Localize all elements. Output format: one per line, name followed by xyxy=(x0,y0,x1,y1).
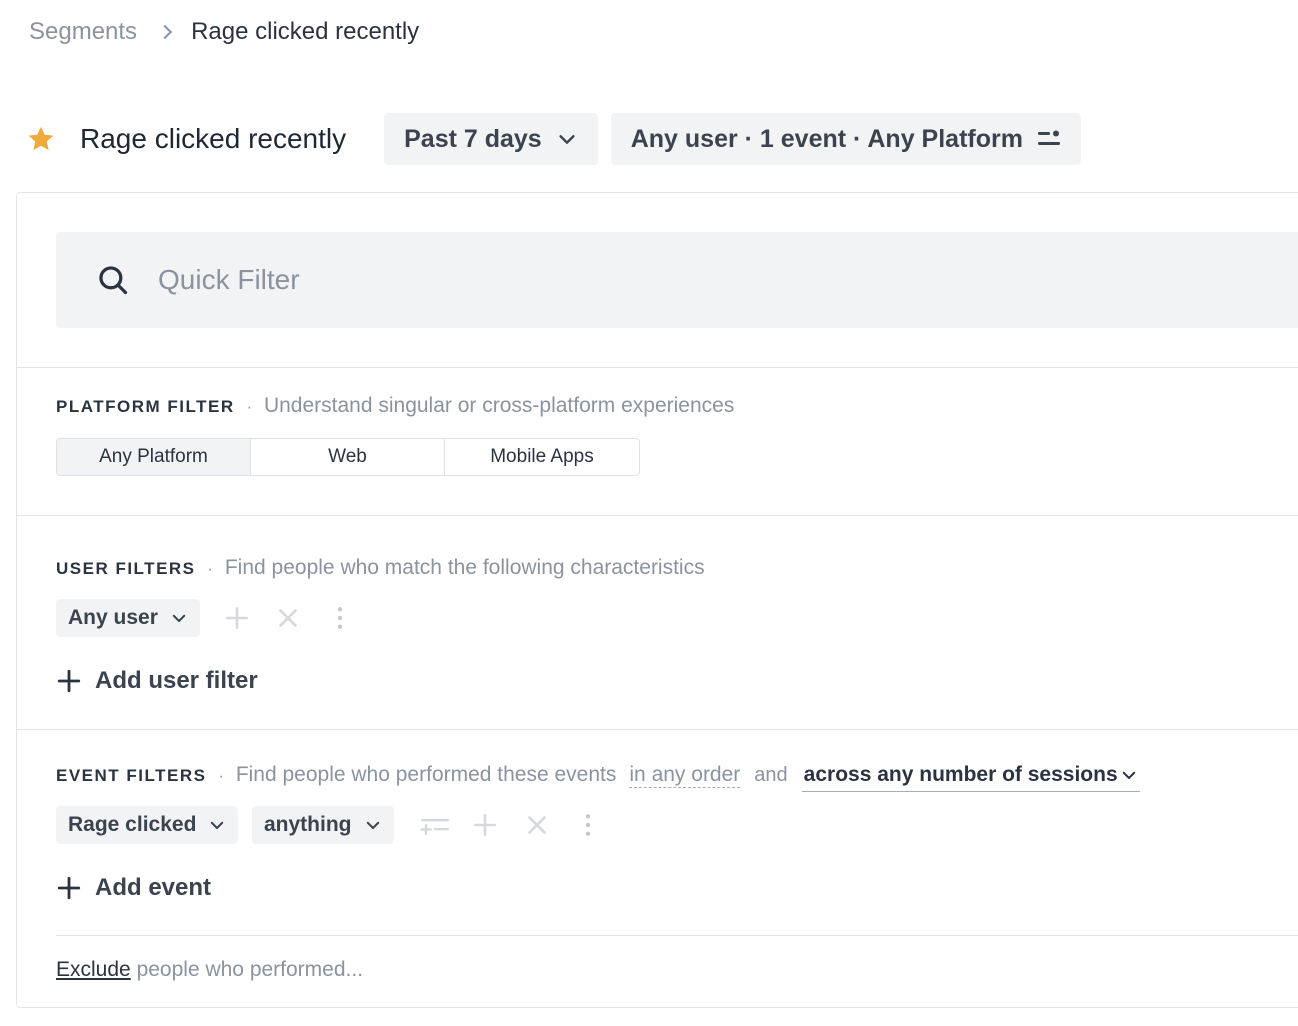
star-icon[interactable] xyxy=(26,124,56,154)
sessions-dropdown[interactable]: across any number of sessions xyxy=(801,763,1140,792)
exclude-link[interactable]: Exclude xyxy=(56,958,131,981)
refine-event-icon[interactable] xyxy=(420,813,450,839)
event-type-label: Rage clicked xyxy=(68,813,197,836)
plus-icon xyxy=(57,876,81,900)
add-event-label: Add event xyxy=(95,874,212,901)
platform-filter-header: PLATFORM FILTER · Understand singular or… xyxy=(56,394,734,418)
add-user-filter-button[interactable]: Add user filter xyxy=(56,667,258,695)
divider xyxy=(17,515,1298,516)
date-range-label: Past 7 days xyxy=(404,124,542,153)
separator-dot: · xyxy=(246,399,252,416)
chevron-down-icon xyxy=(366,821,379,829)
platform-filter-description: Understand singular or cross-platform ex… xyxy=(263,394,735,417)
add-user-filter-label: Add user filter xyxy=(95,667,258,694)
exclude-row: Exclude people who performed... xyxy=(56,958,363,982)
chevron-right-icon xyxy=(159,26,171,38)
breadcrumb-current: Rage clicked recently xyxy=(191,18,420,45)
more-options-icon[interactable] xyxy=(327,605,353,631)
separator-dot: · xyxy=(207,561,213,578)
remove-icon[interactable] xyxy=(524,812,550,838)
remove-icon[interactable] xyxy=(275,605,301,631)
event-filters-title: EVENT FILTERS xyxy=(56,766,207,785)
divider xyxy=(17,729,1298,730)
user-filters-description: Find people who match the following char… xyxy=(224,556,705,579)
event-filters-header: EVENT FILTERS · Find people who performe… xyxy=(56,763,1140,792)
divider xyxy=(17,367,1298,368)
platform-option-web[interactable]: Web xyxy=(251,439,445,475)
user-type-dropdown[interactable]: Any user xyxy=(56,599,200,637)
platform-option-mobile-apps[interactable]: Mobile Apps xyxy=(445,439,639,475)
add-condition-icon[interactable] xyxy=(472,812,498,838)
quick-filter-input[interactable] xyxy=(158,264,1058,296)
segment-summary-button[interactable]: Any user · 1 event · Any Platform xyxy=(610,113,1081,165)
chevron-down-icon xyxy=(559,135,575,144)
event-filters-description: Find people who performed these events xyxy=(235,763,617,786)
user-type-label: Any user xyxy=(68,606,158,629)
date-range-dropdown[interactable]: Past 7 days xyxy=(384,113,598,165)
user-filters-header: USER FILTERS · Find people who match the… xyxy=(56,556,705,580)
platform-selector: Any Platform Web Mobile Apps xyxy=(56,438,640,476)
sessions-label: across any number of sessions xyxy=(803,763,1118,786)
event-value-dropdown[interactable]: anything xyxy=(252,806,394,844)
search-icon xyxy=(99,266,128,295)
filters-icon xyxy=(1037,130,1060,145)
add-condition-icon[interactable] xyxy=(224,605,250,631)
page-title: Rage clicked recently xyxy=(80,123,347,154)
platform-filter-title: PLATFORM FILTER xyxy=(56,397,235,416)
platform-option-any[interactable]: Any Platform xyxy=(57,439,251,475)
quick-filter-bar xyxy=(56,232,1298,328)
segment-editor-panel: PLATFORM FILTER · Understand singular or… xyxy=(16,192,1298,1008)
separator-dot: · xyxy=(218,768,224,785)
user-filters-title: USER FILTERS xyxy=(56,559,196,578)
segment-header: Rage clicked recently Past 7 days Any us… xyxy=(26,113,1094,165)
chevron-down-icon xyxy=(172,614,186,622)
breadcrumb: Segments Rage clicked recently xyxy=(29,16,419,48)
segment-summary-label: Any user · 1 event · Any Platform xyxy=(630,124,1023,153)
exclude-text: people who performed... xyxy=(136,958,364,981)
more-options-icon[interactable] xyxy=(575,812,601,838)
event-value-label: anything xyxy=(264,813,352,836)
event-order-toggle[interactable]: in any order xyxy=(629,763,741,788)
chevron-down-icon xyxy=(1122,771,1135,779)
order-wrapper: in any order xyxy=(629,763,741,788)
chevron-down-icon xyxy=(211,821,224,829)
add-event-button[interactable]: Add event xyxy=(56,874,211,902)
breadcrumb-segments-link[interactable]: Segments xyxy=(29,18,137,46)
divider xyxy=(56,935,1298,936)
plus-icon xyxy=(57,669,81,693)
event-type-dropdown[interactable]: Rage clicked xyxy=(56,806,239,844)
and-text: and xyxy=(754,764,788,786)
